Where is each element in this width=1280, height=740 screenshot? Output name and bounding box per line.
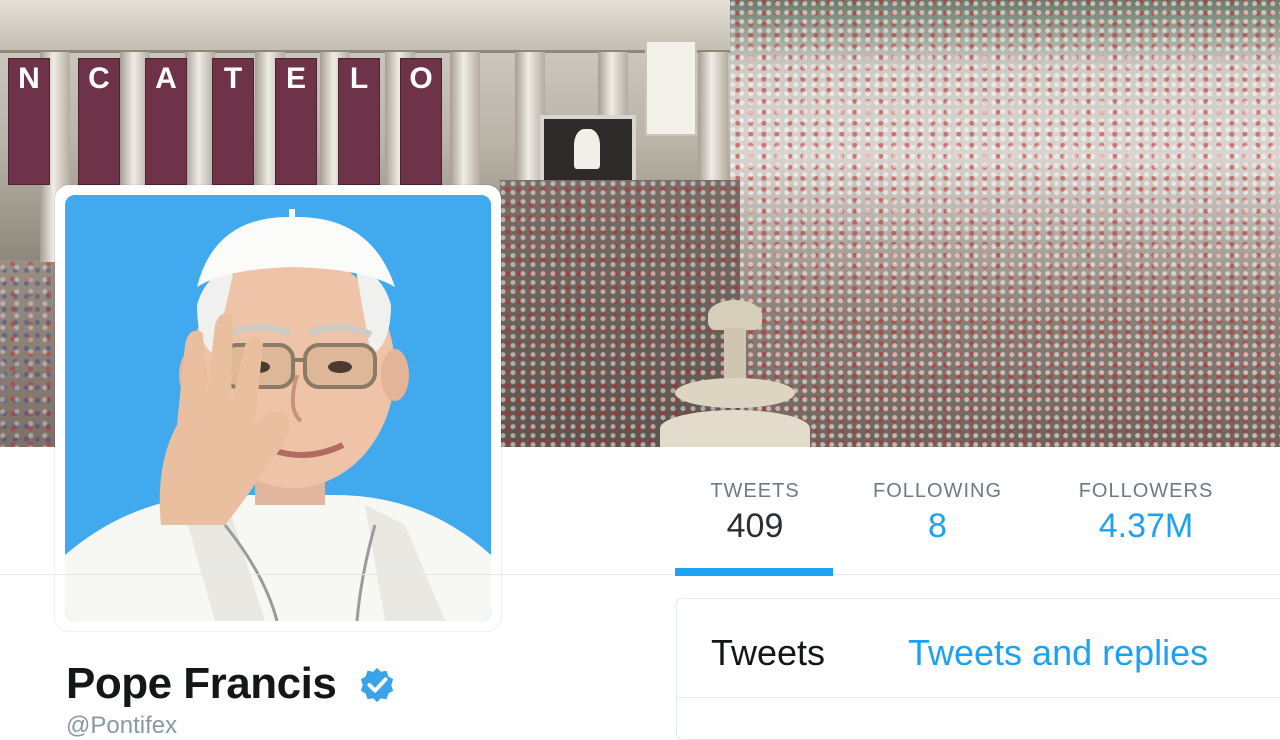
profile-avatar[interactable]: [55, 185, 501, 631]
banner-flag-letter: L: [338, 58, 380, 185]
avatar-photo: [65, 195, 491, 621]
timeline-panel: Tweets Tweets and replies: [676, 598, 1280, 740]
poster: [645, 40, 697, 136]
stat-value: 409: [726, 507, 784, 545]
jumbo-screen: [540, 115, 636, 185]
stat-label: TWEETS: [710, 480, 800, 502]
verified-badge-icon: [360, 667, 394, 703]
stat-value: 8: [928, 507, 947, 545]
stats-divider: [0, 574, 1280, 575]
banner-flag-letter: C: [78, 58, 120, 185]
banner-flag-letter: E: [275, 58, 317, 185]
tab-tweets[interactable]: Tweets: [711, 631, 825, 675]
stat-label: FOLLOWING: [872, 480, 1002, 502]
banner-flag-letter: A: [145, 58, 187, 185]
stat-tweets[interactable]: TWEETS 409: [675, 478, 835, 548]
stat-value: 4.37M: [1098, 507, 1194, 545]
active-tab-indicator: [675, 568, 833, 576]
avatar-portrait-illustration: [65, 195, 491, 621]
fountain: [660, 300, 810, 447]
stat-followers[interactable]: FOLLOWERS 4.37M: [1060, 478, 1232, 548]
banner-flag-letter: N: [8, 58, 50, 185]
tabs-divider: [677, 697, 1280, 698]
banner-flag-letter: O: [400, 58, 442, 185]
banner-flag-letter: T: [212, 58, 254, 185]
tab-tweets-and-replies[interactable]: Tweets and replies: [908, 631, 1208, 675]
crowd-square: [730, 0, 1280, 447]
profile-name[interactable]: Pope Francis: [66, 656, 337, 712]
stat-label: FOLLOWERS: [1078, 480, 1214, 502]
stat-following[interactable]: FOLLOWING 8: [855, 478, 1020, 548]
profile-handle[interactable]: @Pontifex: [66, 712, 177, 740]
cornice: [0, 0, 730, 53]
